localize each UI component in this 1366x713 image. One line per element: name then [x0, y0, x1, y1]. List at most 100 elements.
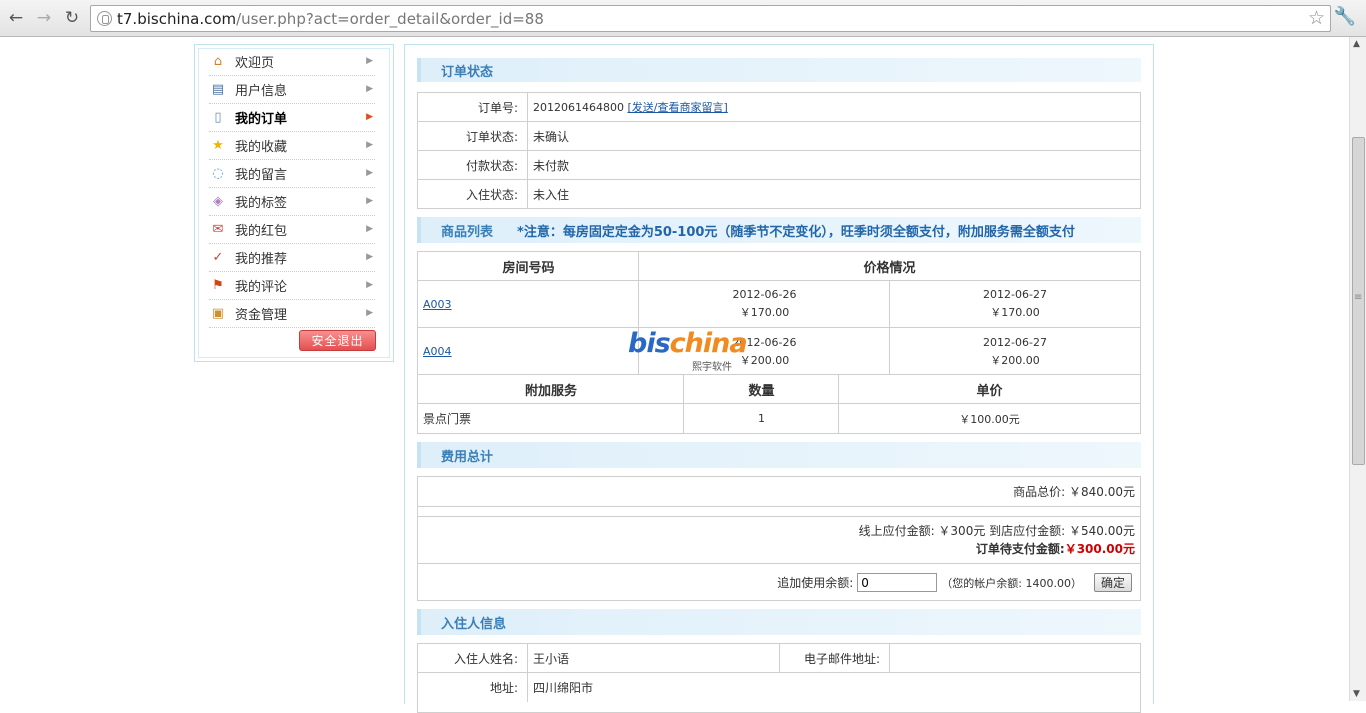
sidebar-item[interactable]: ◌ 我的留言 ▶: [209, 160, 375, 188]
price-cell: 2012-06-27 ￥200.00: [983, 335, 1047, 367]
sidebar-item[interactable]: ⌂ 欢迎页 ▶: [209, 48, 375, 76]
sidebar-item-label: 我的订单: [235, 112, 288, 127]
id-card-icon: ▤: [211, 82, 225, 97]
payment-status-label: 付款状态:: [465, 158, 518, 173]
sidebar-item-label: 我的收藏: [235, 140, 288, 155]
col-room: 房间号码: [502, 260, 555, 276]
email-label: 电子邮件地址:: [803, 651, 880, 666]
table-row: 商品总价: ￥840.00元: [418, 477, 1140, 507]
pending-label: 订单待支付金额:: [975, 542, 1065, 556]
col-qty: 数量: [748, 383, 775, 399]
page-icon: [97, 11, 112, 26]
sidebar-item[interactable]: ▯ 我的订单 ▶: [209, 104, 375, 132]
email-value: [890, 644, 1140, 672]
address-value: 四川绵阳市: [533, 681, 594, 695]
account-balance-note: （您的帐户余额: 1400.00）: [941, 576, 1082, 590]
flag-icon: ⚑: [212, 278, 224, 293]
wallet-icon: ▣: [211, 306, 225, 321]
table-row: 追加使用余额: （您的帐户余额: 1400.00） 确定: [418, 564, 1140, 601]
wrench-menu-icon[interactable]: 🔧: [1334, 6, 1356, 27]
service-name: 景点门票: [423, 412, 472, 426]
sidebar-item-label: 我的留言: [235, 168, 288, 183]
sidebar-item[interactable]: ★ 我的收藏 ▶: [209, 132, 375, 160]
bookmark-star-icon[interactable]: ☆: [1308, 7, 1325, 29]
section-header-order-status: 订单状态: [417, 58, 1141, 82]
scroll-up-arrow-icon[interactable]: ▲: [1353, 39, 1360, 49]
chevron-right-icon: ▶: [366, 140, 373, 150]
order-status-table: 订单号: 2012061464800 [发送/查看商家留言] 订单状态: 未确认…: [417, 92, 1141, 209]
confirm-button[interactable]: 确定: [1093, 573, 1132, 592]
bischina-watermark-logo: bischina 熙宇软件: [628, 328, 748, 373]
red-packet-icon: ✉: [212, 222, 224, 237]
online-offline-amount: 线上应付金额: ￥300元 到店应付金额: ￥540.00元: [858, 524, 1135, 538]
sidebar-item[interactable]: ✓ 我的推荐 ▶: [209, 244, 375, 272]
table-row: 入住状态: 未入住: [418, 180, 1140, 209]
sidebar-item[interactable]: ⚑ 我的评论 ▶: [209, 272, 375, 300]
payment-breakdown: 线上应付金额: ￥300元 到店应付金额: ￥540.00元 订单待支付金额:￥…: [418, 517, 1140, 563]
table-row: A003 2012-06-26 ￥170.00 2012-06-27 ￥170.00: [418, 281, 1140, 328]
balance-row: 追加使用余额: （您的帐户余额: 1400.00） 确定: [418, 564, 1140, 601]
order-status-value: 未确认: [533, 129, 570, 144]
table-row: 订单号: 2012061464800 [发送/查看商家留言]: [418, 93, 1140, 122]
sidebar-item-label: 欢迎页: [235, 56, 275, 71]
forward-arrow-icon[interactable]: →: [33, 7, 55, 29]
sidebar-item-label: 资金管理: [235, 308, 288, 323]
table-row: 订单状态: 未确认: [418, 122, 1140, 151]
section-title: 入住人信息: [441, 616, 507, 632]
scroll-down-arrow-icon[interactable]: ▼: [1353, 689, 1360, 699]
room-price-table: 房间号码 价格情况 A003 2012-06-26 ￥170.00 2012-06…: [417, 251, 1141, 375]
sidebar-item[interactable]: ▤ 用户信息 ▶: [209, 76, 375, 104]
speech-bubble-icon: ◌: [212, 166, 224, 181]
table-row: 付款状态: 未付款: [418, 151, 1140, 180]
recommend-icon: ✓: [212, 250, 224, 265]
order-status-label: 订单状态:: [465, 129, 518, 144]
sidebar-item-label: 我的推荐: [235, 252, 288, 267]
url-text: t7.bischina.com/user.php?act=order_detai…: [117, 10, 544, 28]
section-title: 费用总计: [441, 449, 494, 465]
chevron-right-icon: ▶: [366, 252, 373, 262]
chevron-right-icon: ▶: [366, 112, 373, 122]
service-table: 附加服务 数量 单价 景点门票 1 ￥100.00元: [417, 375, 1141, 434]
table-row-spacer: [418, 507, 1140, 517]
section-title: 商品列表: [441, 224, 494, 240]
scrollbar-thumb[interactable]: [1352, 137, 1365, 465]
guest-name-value: 王小语: [533, 651, 570, 666]
order-no-label: 订单号:: [477, 100, 518, 115]
service-qty: 1: [758, 412, 765, 425]
order-no-cell: 2012061464800 [发送/查看商家留言]: [528, 93, 1128, 121]
sidebar-item[interactable]: ▣ 资金管理 ▶: [209, 300, 375, 328]
vertical-scrollbar[interactable]: ▲ ▼: [1349, 37, 1366, 701]
section-header-fees: 费用总计: [417, 442, 1141, 468]
guest-name-label: 入住人姓名:: [453, 651, 518, 666]
merchant-message-link[interactable]: [发送/查看商家留言]: [627, 99, 727, 115]
reload-icon[interactable]: ↻: [61, 7, 83, 29]
sidebar-item-label: 用户信息: [235, 84, 288, 99]
table-header-row: 房间号码 价格情况: [418, 252, 1140, 281]
chevron-right-icon: ▶: [366, 224, 373, 234]
room-link[interactable]: A004: [423, 345, 452, 358]
address-bar[interactable]: t7.bischina.com/user.php?act=order_detai…: [90, 5, 1331, 32]
browser-toolbar: ← → ↻ t7.bischina.com/user.php?act=order…: [0, 0, 1366, 37]
col-unit-price: 单价: [976, 383, 1003, 399]
sidebar-item-label: 我的标签: [235, 196, 288, 211]
logout-button[interactable]: 安全退出: [299, 330, 376, 351]
address-label: 地址:: [489, 681, 518, 695]
sidebar-item[interactable]: ◈ 我的标签 ▶: [209, 188, 375, 216]
order-no-value: 2012061464800: [533, 100, 624, 114]
chevron-right-icon: ▶: [366, 308, 373, 318]
col-service: 附加服务: [524, 383, 577, 399]
chevron-right-icon: ▶: [366, 84, 373, 94]
user-sidebar: ⌂ 欢迎页 ▶ ▤ 用户信息 ▶ ▯ 我的订单 ▶ ★ 我的收藏 ▶ ◌ 我的留言 ▶ ◈ 我的标签 ▶ ✉ 我的红包…: [194, 44, 394, 362]
room-link[interactable]: A003: [423, 298, 452, 311]
sidebar-item[interactable]: ✉ 我的红包 ▶: [209, 216, 375, 244]
table-row: 线上应付金额: ￥300元 到店应付金额: ￥540.00元 订单待支付金额:￥…: [418, 517, 1140, 564]
section-header-guest: 入住人信息: [417, 609, 1141, 635]
balance-input[interactable]: [857, 573, 938, 592]
back-arrow-icon[interactable]: ←: [5, 7, 27, 29]
sidebar-item-label: 我的红包: [235, 224, 288, 239]
deposit-note: *注意：每房固定定金为50-100元（随季节不定变化），旺季时须全额支付，附加服…: [517, 224, 1075, 240]
table-header-row: 附加服务 数量 单价: [418, 375, 1140, 404]
checkin-status-value: 未入住: [533, 188, 570, 202]
price-cell: 2012-06-27 ￥170.00: [983, 288, 1047, 319]
price-cell: 2012-06-26 ￥170.00: [732, 288, 797, 319]
